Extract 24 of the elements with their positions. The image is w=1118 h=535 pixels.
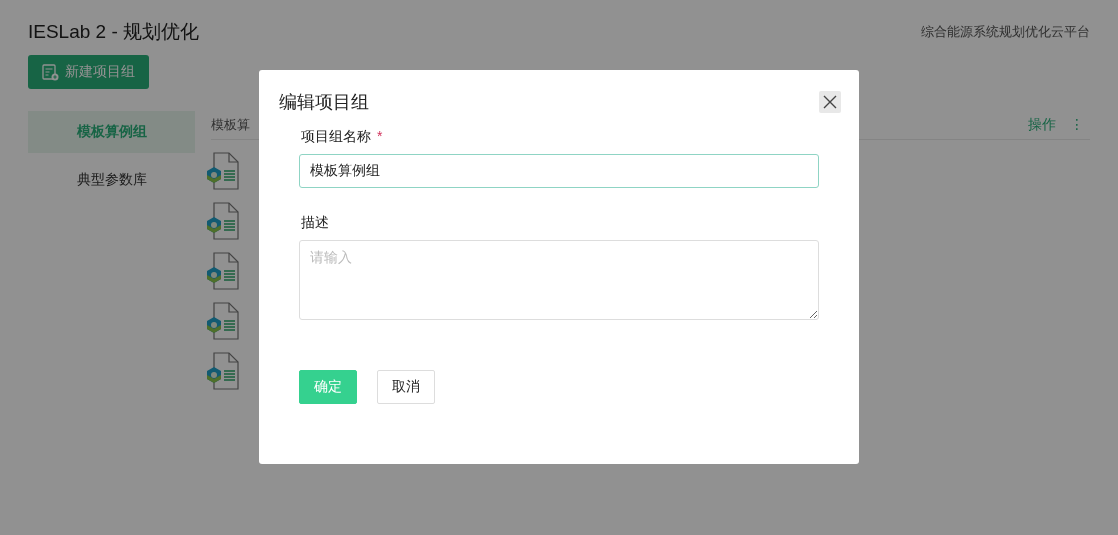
confirm-button[interactable]: 确定 [299, 370, 357, 404]
more-menu[interactable]: ⋮ [1070, 116, 1084, 134]
list-heading: 模板算 [211, 116, 250, 134]
sidebar-item[interactable]: 模板算例组 [28, 111, 195, 153]
field-label: 项目组名称 [301, 127, 371, 146]
add-list-icon [42, 63, 59, 81]
document-icon [206, 352, 240, 390]
description-field[interactable]: 请输入 [299, 240, 819, 320]
required-mark: * [377, 127, 383, 146]
new-group-button[interactable]: 新建项目组 [28, 55, 149, 89]
app-title: IESLab 2 - 规划优化 [28, 20, 200, 44]
actions-link[interactable]: 操作 [1028, 116, 1056, 134]
document-icon [206, 302, 240, 340]
document-icon [206, 152, 240, 190]
document-icon [206, 252, 240, 290]
name-input-field[interactable]: 模板算例组 [299, 154, 819, 188]
document-icon [206, 202, 240, 240]
cancel-button[interactable]: 取消 [377, 370, 435, 404]
sidebar-item[interactable]: 典型参数库 [28, 159, 195, 201]
close-icon [823, 95, 837, 109]
field-label: 描述 [301, 213, 329, 232]
dialog-title: 编辑项目组 [279, 91, 369, 114]
close-button[interactable] [819, 91, 841, 113]
platform-subtitle: 综合能源系统规划优化云平台 [921, 23, 1090, 41]
